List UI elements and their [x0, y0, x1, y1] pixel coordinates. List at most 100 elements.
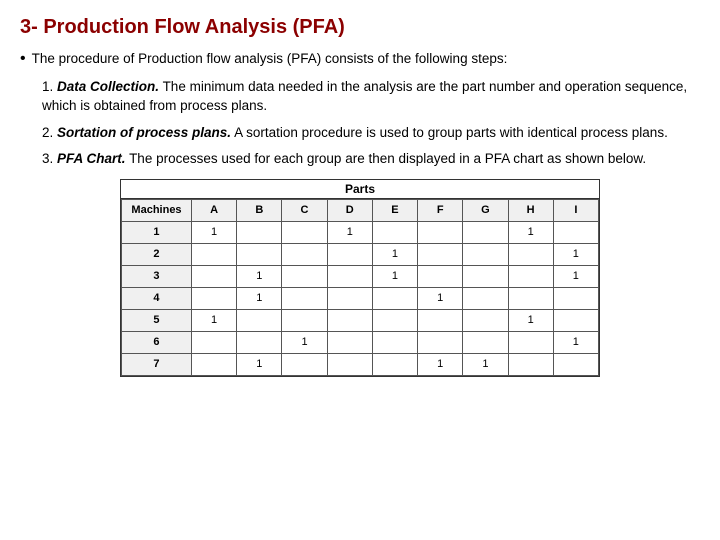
- cell-r5-c5: [418, 331, 463, 353]
- cell-r1-c8: 1: [553, 243, 598, 265]
- cell-r5-c0: [191, 331, 236, 353]
- cell-r0-c4: [372, 221, 417, 243]
- cell-r1-c2: [282, 243, 327, 265]
- cell-r1-c1: [237, 243, 282, 265]
- step-2-text: A sortation procedure is used to group p…: [234, 125, 668, 140]
- cell-r4-c6: [463, 309, 508, 331]
- step-3: 3. PFA Chart. The processes used for eac…: [42, 149, 700, 169]
- cell-r1-c3: [327, 243, 372, 265]
- page-container: 3- Production Flow Analysis (PFA) • The …: [0, 0, 720, 393]
- cell-r2-c5: [418, 265, 463, 287]
- page-title: 3- Production Flow Analysis (PFA): [20, 16, 700, 39]
- table-row: 411: [122, 287, 599, 309]
- cell-r2-c6: [463, 265, 508, 287]
- cell-r0-c0: 1: [191, 221, 236, 243]
- cell-r1-c0: [191, 243, 236, 265]
- cell-r2-c8: 1: [553, 265, 598, 287]
- cell-r3-c2: [282, 287, 327, 309]
- cell-r2-c1: 1: [237, 265, 282, 287]
- cell-r0-c3: 1: [327, 221, 372, 243]
- cell-r5-c8: 1: [553, 331, 598, 353]
- cell-r2-c3: [327, 265, 372, 287]
- machine-label-3: 3: [122, 265, 192, 287]
- pfa-table: MachinesABCDEFGHI11112113111411511611711…: [121, 199, 599, 376]
- cell-r4-c0: 1: [191, 309, 236, 331]
- step-3-number: 3.: [42, 151, 53, 166]
- chart-parts-label: Parts: [121, 180, 599, 199]
- cell-r6-c8: [553, 353, 598, 375]
- col-header-part-H: H: [508, 199, 553, 221]
- cell-r6-c3: [327, 353, 372, 375]
- bullet-icon: •: [20, 50, 26, 68]
- cell-r0-c7: 1: [508, 221, 553, 243]
- step-2-number: 2.: [42, 125, 53, 140]
- cell-r4-c8: [553, 309, 598, 331]
- cell-r1-c4: 1: [372, 243, 417, 265]
- col-header-part-C: C: [282, 199, 327, 221]
- cell-r6-c2: [282, 353, 327, 375]
- machine-label-2: 2: [122, 243, 192, 265]
- cell-r6-c4: [372, 353, 417, 375]
- cell-r6-c6: 1: [463, 353, 508, 375]
- table-row: 7111: [122, 353, 599, 375]
- cell-r4-c4: [372, 309, 417, 331]
- col-header-part-B: B: [237, 199, 282, 221]
- col-header-part-A: A: [191, 199, 236, 221]
- cell-r0-c8: [553, 221, 598, 243]
- cell-r5-c7: [508, 331, 553, 353]
- chart-wrapper: Parts MachinesABCDEFGHI11112113111411511…: [20, 179, 700, 377]
- cell-r2-c0: [191, 265, 236, 287]
- step-1-number: 1.: [42, 79, 53, 94]
- cell-r4-c2: [282, 309, 327, 331]
- cell-r0-c1: [237, 221, 282, 243]
- table-row: 1111: [122, 221, 599, 243]
- cell-r1-c7: [508, 243, 553, 265]
- intro-text: The procedure of Production flow analysi…: [32, 49, 508, 69]
- cell-r3-c7: [508, 287, 553, 309]
- steps-list: 1. Data Collection. The minimum data nee…: [42, 77, 700, 169]
- step-1-label: Data Collection.: [57, 79, 159, 94]
- cell-r6-c1: 1: [237, 353, 282, 375]
- cell-r0-c2: [282, 221, 327, 243]
- step-3-label: PFA Chart.: [57, 151, 126, 166]
- cell-r3-c3: [327, 287, 372, 309]
- step-2-label: Sortation of process plans.: [57, 125, 231, 140]
- step-1: 1. Data Collection. The minimum data nee…: [42, 77, 700, 116]
- table-row: 511: [122, 309, 599, 331]
- table-row: 2 1 1: [122, 243, 599, 265]
- cell-r4-c1: [237, 309, 282, 331]
- cell-r6-c5: 1: [418, 353, 463, 375]
- col-header-part-D: D: [327, 199, 372, 221]
- col-header-part-G: G: [463, 199, 508, 221]
- table-row: 3111: [122, 265, 599, 287]
- cell-r2-c7: [508, 265, 553, 287]
- pfa-chart: Parts MachinesABCDEFGHI11112113111411511…: [120, 179, 600, 377]
- col-header-part-E: E: [372, 199, 417, 221]
- table-row: 611: [122, 331, 599, 353]
- cell-r3-c8: [553, 287, 598, 309]
- cell-r4-c3: [327, 309, 372, 331]
- cell-r4-c7: 1: [508, 309, 553, 331]
- cell-r5-c1: [237, 331, 282, 353]
- cell-r0-c6: [463, 221, 508, 243]
- cell-r1-c6: [463, 243, 508, 265]
- cell-r5-c4: [372, 331, 417, 353]
- cell-r5-c3: [327, 331, 372, 353]
- machine-label-5: 5: [122, 309, 192, 331]
- cell-r3-c6: [463, 287, 508, 309]
- cell-r6-c7: [508, 353, 553, 375]
- machine-label-1: 1: [122, 221, 192, 243]
- machine-label-7: 7: [122, 353, 192, 375]
- col-header-part-F: F: [418, 199, 463, 221]
- cell-r5-c6: [463, 331, 508, 353]
- machine-label-4: 4: [122, 287, 192, 309]
- cell-r2-c2: [282, 265, 327, 287]
- cell-r3-c1: 1: [237, 287, 282, 309]
- cell-r1-c5: [418, 243, 463, 265]
- cell-r3-c0: [191, 287, 236, 309]
- intro-bullet: • The procedure of Production flow analy…: [20, 49, 700, 69]
- cell-r0-c5: [418, 221, 463, 243]
- cell-r4-c5: [418, 309, 463, 331]
- machine-label-6: 6: [122, 331, 192, 353]
- step-2: 2. Sortation of process plans. A sortati…: [42, 123, 700, 143]
